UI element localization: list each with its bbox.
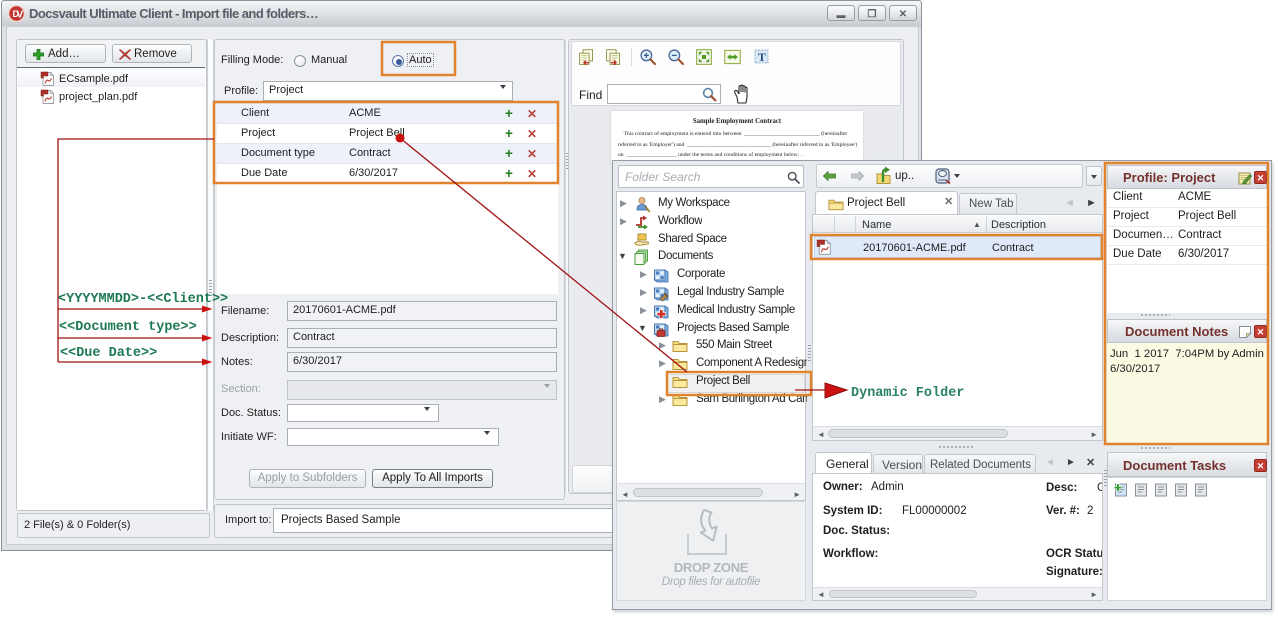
svg-text:V: V [17,10,24,21]
svg-text:T: T [758,51,766,64]
